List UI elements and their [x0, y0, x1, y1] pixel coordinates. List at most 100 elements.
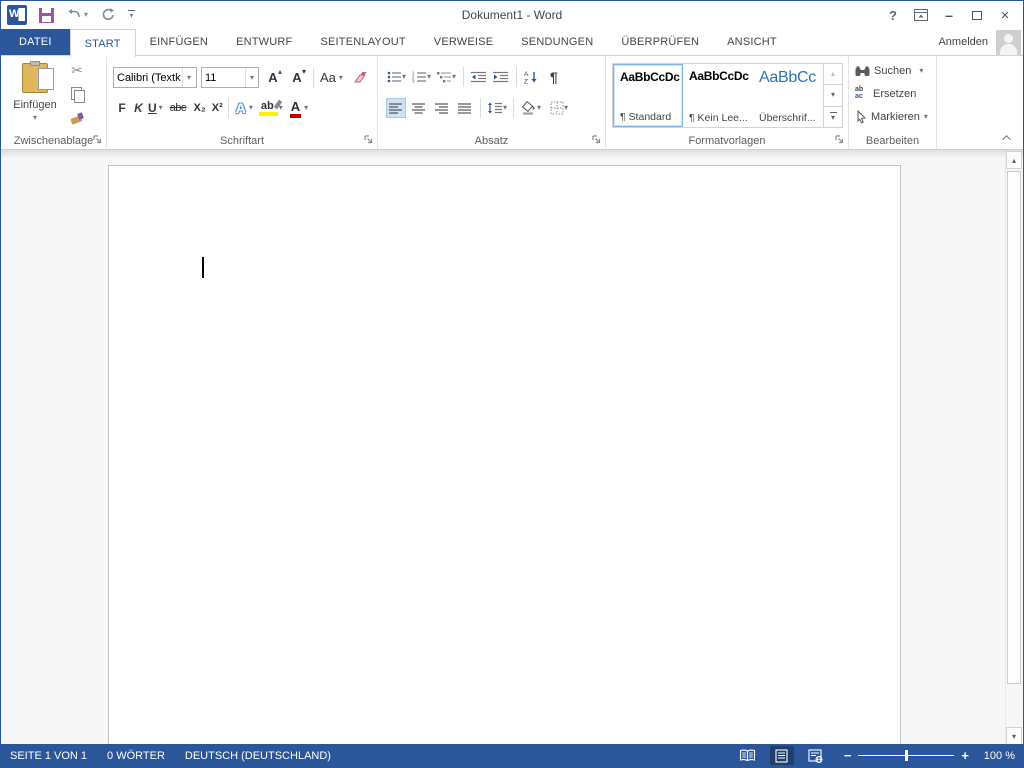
group-label-clipboard: Zwischenablage [1, 135, 106, 147]
tab-datei[interactable]: DATEI [1, 29, 70, 55]
tab-ansicht[interactable]: ANSICHT [713, 29, 791, 55]
maximize-button[interactable] [963, 2, 991, 28]
word-count[interactable]: 0 WÖRTER [107, 750, 165, 762]
justify-button[interactable] [455, 98, 475, 118]
style-kein-leerraum[interactable]: AaBbCcDc ¶ Kein Lee... [683, 64, 753, 127]
avatar[interactable] [996, 30, 1021, 55]
numbering-button[interactable]: 123 ▾ [411, 67, 432, 87]
font-size-dropdown[interactable]: ▾ [245, 68, 258, 87]
style-ueberschrift[interactable]: AaBbCc Überschrif... [753, 64, 823, 127]
strikethrough-button[interactable]: abe [170, 102, 187, 114]
line-spacing-button[interactable]: ▾ [486, 98, 508, 118]
paragraph-dialog-launcher[interactable] [591, 134, 603, 146]
show-paragraph-marks-button[interactable]: ¶ [549, 67, 559, 87]
bullets-button[interactable]: ▾ [386, 67, 407, 87]
multilevel-list-button[interactable]: ▾ [436, 67, 457, 87]
tab-einfuegen[interactable]: EINFÜGEN [136, 29, 222, 55]
scissors-icon: ✂ [71, 62, 83, 79]
align-center-button[interactable] [409, 98, 429, 118]
shading-button[interactable]: ▾ [519, 98, 542, 118]
sign-in-link[interactable]: Anmelden [938, 36, 988, 48]
close-button[interactable]: × [991, 2, 1019, 28]
style-standard[interactable]: AaBbCcDc ¶ Standard [613, 64, 683, 127]
tab-entwurf[interactable]: ENTWURF [222, 29, 306, 55]
clipboard-small-buttons: ✂ [67, 61, 87, 127]
scroll-up-button[interactable]: ▴ [1006, 151, 1022, 169]
shrink-font-button[interactable]: A▾ [287, 68, 307, 88]
title-bar: W ▾ ▾ Dokument1 - Word [1, 1, 1023, 29]
document-page[interactable] [108, 165, 901, 746]
font-size-combo[interactable]: 11 ▾ [201, 67, 259, 88]
sort-icon: A Z [524, 70, 538, 84]
language[interactable]: DEUTSCH (DEUTSCHLAND) [185, 750, 331, 762]
italic-button[interactable]: K [132, 101, 145, 115]
superscript-button[interactable]: X² [212, 102, 223, 114]
read-mode-button[interactable] [736, 746, 760, 765]
clipboard-paper [38, 68, 54, 90]
paste-caret-icon[interactable]: ▾ [33, 114, 37, 122]
clear-formatting-button[interactable] [353, 71, 369, 85]
styles-dialog-launcher[interactable] [834, 134, 846, 146]
tab-verweise[interactable]: VERWEISE [420, 29, 507, 55]
align-left-button[interactable] [386, 98, 406, 118]
underline-button[interactable]: U ▾ [148, 101, 163, 115]
font-family-combo[interactable]: Calibri (Textk ▾ [113, 67, 197, 88]
select-button[interactable]: Markieren ▾ [855, 108, 928, 126]
sort-button[interactable]: A Z [523, 67, 539, 87]
window-controls: ? – × [879, 1, 1019, 29]
tab-seitenlayout[interactable]: SEITENLAYOUT [306, 29, 419, 55]
zoom-slider-handle[interactable] [905, 750, 908, 761]
minimize-button[interactable]: – [935, 2, 963, 28]
ribbon-tab-row: DATEI START EINFÜGEN ENTWURF SEITENLAYOU… [1, 29, 1023, 56]
zoom-in-button[interactable]: + [961, 749, 969, 762]
style-name: ¶ Standard [620, 111, 678, 123]
web-layout-button[interactable] [804, 746, 828, 765]
help-button[interactable]: ? [879, 2, 907, 28]
paste-button[interactable]: Einfügen ▾ [7, 59, 63, 131]
borders-button[interactable]: ▾ [549, 98, 569, 118]
grow-font-button[interactable]: A▴ [263, 68, 283, 88]
word-window: W ▾ ▾ Dokument1 - Word [0, 0, 1024, 768]
align-right-button[interactable] [432, 98, 452, 118]
ribbon-display-options-button[interactable] [907, 2, 935, 28]
cut-button[interactable]: ✂ [67, 61, 87, 79]
scroll-down-button[interactable]: ▾ [1006, 727, 1022, 745]
zoom-level[interactable]: 100 % [979, 750, 1015, 762]
subscript-button[interactable]: X₂ [194, 102, 206, 114]
styles-gallery-more-button[interactable]: ▾ [824, 107, 842, 127]
tab-ueberpruefen[interactable]: ÜBERPRÜFEN [607, 29, 713, 55]
tab-start[interactable]: START [70, 29, 136, 57]
collapse-ribbon-button[interactable] [1001, 133, 1015, 143]
copy-button[interactable] [67, 85, 87, 103]
bold-button[interactable]: F [115, 101, 129, 115]
find-button[interactable]: Suchen ▾ [855, 62, 928, 80]
text-effects-button[interactable]: A ▾ [236, 100, 253, 116]
print-layout-button[interactable] [770, 746, 794, 765]
zoom-out-button[interactable]: − [844, 749, 852, 762]
styles-scroll-up-button[interactable]: ▴ [824, 64, 842, 85]
style-sample: AaBbCcDc [689, 69, 749, 83]
maximize-icon [972, 11, 982, 20]
scroll-thumb[interactable] [1007, 171, 1021, 684]
scroll-track[interactable] [1006, 169, 1022, 727]
print-layout-icon [775, 749, 788, 763]
decrease-indent-button[interactable] [470, 67, 488, 87]
avatar-body [1000, 44, 1017, 55]
vertical-scrollbar[interactable]: ▴ ▾ [1005, 151, 1022, 745]
chevron-down-icon: ▾ [159, 104, 163, 112]
text-highlight-button[interactable]: ab ▾ [261, 100, 283, 116]
font-family-dropdown[interactable]: ▾ [182, 68, 195, 87]
page-count[interactable]: SEITE 1 VON 1 [10, 750, 87, 762]
change-case-button[interactable]: Aa ▾ [320, 70, 343, 85]
clipboard-dialog-launcher[interactable] [92, 134, 104, 146]
font-color-button[interactable]: A ▾ [291, 99, 308, 118]
replace-button[interactable]: ab ac Ersetzen [855, 85, 928, 103]
chevron-down-icon: ▾ [564, 104, 568, 112]
caret-down-icon: ▾ [1012, 732, 1016, 741]
font-dialog-launcher[interactable] [363, 134, 375, 146]
styles-scroll-down-button[interactable]: ▾ [824, 85, 842, 106]
format-painter-button[interactable] [67, 109, 87, 127]
zoom-slider[interactable] [858, 750, 954, 761]
increase-indent-button[interactable] [492, 67, 510, 87]
tab-sendungen[interactable]: SENDUNGEN [507, 29, 607, 55]
